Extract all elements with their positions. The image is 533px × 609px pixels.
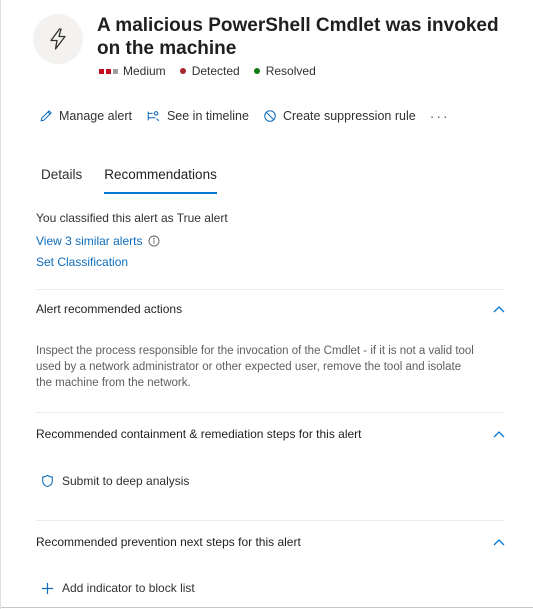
section-title: Recommended prevention next steps for th… [36, 535, 301, 549]
recommended-actions-description: Inspect the process responsible for the … [36, 345, 474, 389]
chevron-up-icon [493, 539, 505, 546]
prevention-steps-header[interactable]: Recommended prevention next steps for th… [36, 535, 505, 549]
set-classification-link[interactable]: Set Classification [36, 255, 128, 269]
detection-label: Detected [191, 64, 240, 78]
add-indicator-label: Add indicator to block list [62, 581, 195, 595]
manage-alert-button[interactable]: Manage alert [39, 109, 132, 123]
alert-meta: Medium Detected Resolved [99, 64, 316, 78]
more-options-button[interactable]: ··· [430, 108, 450, 124]
shield-icon [42, 474, 53, 488]
tab-bar: Details Recommendations [41, 167, 239, 194]
see-in-timeline-label: See in timeline [166, 109, 249, 123]
resolved-dot-icon [253, 68, 260, 74]
timeline-icon [147, 111, 160, 122]
submit-deep-analysis-label: Submit to deep analysis [62, 474, 190, 488]
section-title: Alert recommended actions [36, 302, 183, 316]
add-indicator-button[interactable]: Add indicator to block list [41, 581, 195, 595]
panel-bottom-border [1, 607, 533, 608]
divider [36, 289, 505, 290]
see-in-timeline-button[interactable]: See in timeline [146, 109, 249, 123]
block-icon [264, 110, 276, 122]
detected-dot-icon [179, 68, 186, 74]
view-similar-alerts-link[interactable]: View 3 similar alerts [36, 234, 142, 248]
severity-bars-icon [99, 68, 118, 74]
create-suppression-rule-label: Create suppression rule [282, 109, 416, 123]
classification-text: You classified this alert as True alert [36, 211, 228, 225]
alert-title: A malicious PowerShell Cmdlet was invoke… [97, 15, 499, 59]
pencil-icon [40, 110, 52, 122]
divider [36, 412, 505, 413]
divider [36, 520, 505, 521]
tab-details[interactable]: Details [41, 167, 82, 194]
submit-deep-analysis-button[interactable]: Submit to deep analysis [41, 474, 189, 488]
containment-steps-header[interactable]: Recommended containment & remediation st… [36, 427, 505, 441]
section-title: Recommended containment & remediation st… [36, 427, 362, 441]
manage-alert-label: Manage alert [59, 109, 132, 123]
chevron-up-icon [493, 431, 505, 438]
status-label: Resolved [265, 64, 316, 78]
lightning-bolt-icon [33, 14, 83, 64]
similar-alerts-row: View 3 similar alerts [36, 234, 160, 248]
alert-panel: A malicious PowerShell Cmdlet was invoke… [0, 0, 533, 609]
alert-toolbar: Manage alert See in timeline Create supp… [39, 108, 450, 124]
severity-label: Medium [123, 64, 166, 78]
info-icon[interactable] [148, 235, 160, 247]
tab-recommendations[interactable]: Recommendations [104, 167, 217, 194]
plus-icon [41, 582, 54, 594]
chevron-up-icon [493, 306, 505, 313]
alert-recommended-actions-header[interactable]: Alert recommended actions [36, 302, 505, 316]
create-suppression-rule-button[interactable]: Create suppression rule [263, 109, 416, 123]
